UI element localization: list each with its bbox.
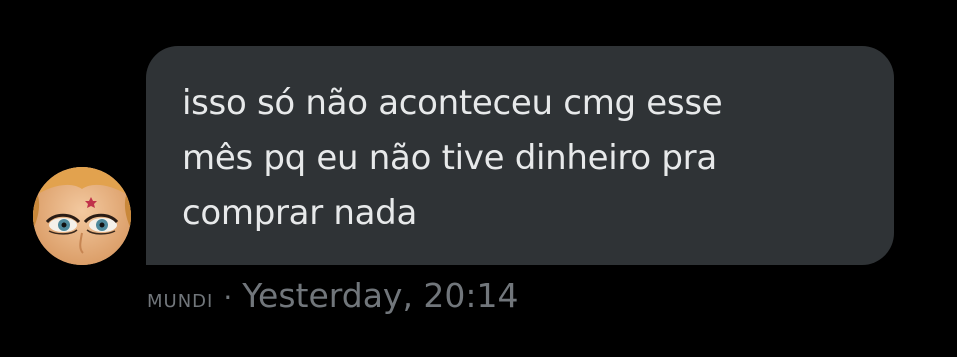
- message-meta: MUNDI · Yesterday, 20:14: [147, 276, 519, 320]
- sender-name: MUNDI: [147, 284, 214, 314]
- message-text: isso só não aconteceu cmg esse mês pq eu…: [182, 83, 723, 233]
- sender-avatar[interactable]: [33, 167, 131, 265]
- message-bubble[interactable]: isso só não aconteceu cmg esse mês pq eu…: [146, 46, 894, 265]
- avatar-photo-icon: [33, 167, 131, 265]
- message-timestamp: Yesterday, 20:14: [242, 276, 519, 315]
- dm-message-row: isso só não aconteceu cmg esse mês pq eu…: [0, 0, 957, 357]
- meta-separator: ·: [223, 281, 233, 314]
